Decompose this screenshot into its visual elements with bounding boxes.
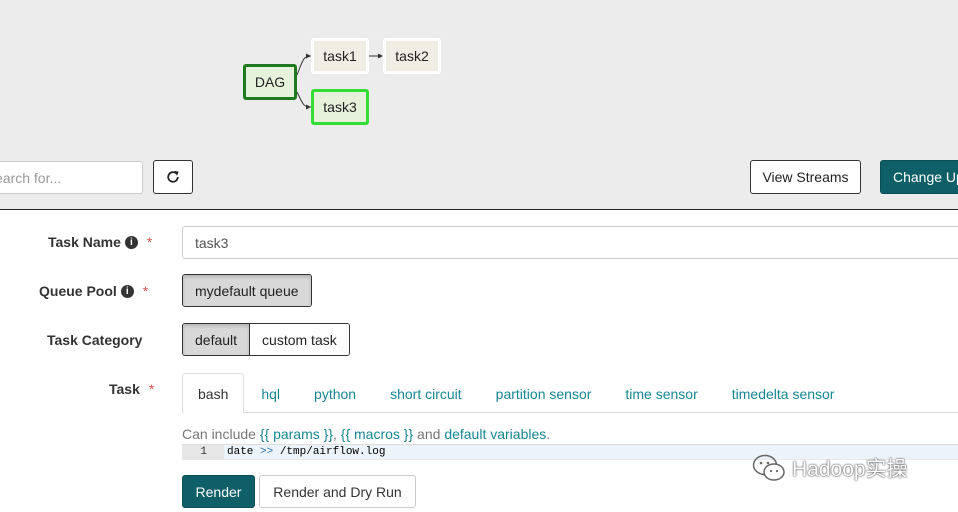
graph-node-task3[interactable]: task3 xyxy=(311,89,369,125)
refresh-button[interactable] xyxy=(153,160,193,194)
render-dry-run-button[interactable]: Render and Dry Run xyxy=(259,475,416,508)
code-line[interactable]: date >> /tmp/airflow.log xyxy=(224,445,385,459)
task-name-label: Task Name xyxy=(48,234,121,250)
tab-time-sensor[interactable]: time sensor xyxy=(608,373,714,414)
render-button[interactable]: Render xyxy=(182,475,255,508)
dag-graph-canvas: DAG task1 task2 task3 View Streams Chang… xyxy=(0,0,958,210)
category-option-custom-task[interactable]: custom task xyxy=(249,324,349,355)
graph-node-dag[interactable]: DAG xyxy=(243,64,297,100)
refresh-icon xyxy=(167,170,179,183)
template-help-text: Can include {{ params }}, {{ macros }} a… xyxy=(182,426,550,442)
help-suffix: . xyxy=(546,426,551,442)
tab-bash[interactable]: bash xyxy=(182,373,245,414)
edge-dag-task3 xyxy=(296,91,312,108)
watermark: Hadoop实操 xyxy=(752,453,908,483)
edge-dag-task1 xyxy=(296,55,312,76)
code-operator: >> xyxy=(260,446,274,458)
wechat-icon xyxy=(752,454,785,481)
queue-pool-label-group: Queue Pool i * xyxy=(39,282,148,300)
change-button[interactable]: Change Up xyxy=(880,160,958,194)
macros-link[interactable]: {{ macros }} xyxy=(341,426,413,442)
tab-python[interactable]: python xyxy=(297,373,373,414)
task-category-label-group: Task Category xyxy=(47,331,142,349)
tab-partition-sensor[interactable]: partition sensor xyxy=(479,373,609,414)
task-label: Task xyxy=(109,381,140,397)
help-prefix: Can include xyxy=(182,426,260,442)
code-command: date xyxy=(227,446,261,458)
info-icon[interactable]: i xyxy=(120,284,134,298)
task-label-group: Task * xyxy=(109,380,154,398)
required-mark: * xyxy=(146,234,153,250)
queue-pool-selector: mydefault queue xyxy=(182,274,312,307)
params-link[interactable]: {{ params }} xyxy=(260,426,333,442)
view-streams-button[interactable]: View Streams xyxy=(750,160,861,194)
graph-node-task1[interactable]: task1 xyxy=(311,38,369,74)
default-variables-link[interactable]: default variables xyxy=(444,426,546,442)
required-mark: * xyxy=(148,381,155,397)
task-category-selector: default custom task xyxy=(182,323,350,356)
watermark-text: Hadoop实操 xyxy=(792,458,908,481)
search-input[interactable] xyxy=(0,161,143,194)
tab-hql[interactable]: hql xyxy=(244,373,297,414)
task-name-label-group: Task Name i * xyxy=(48,233,152,251)
queue-pool-option[interactable]: mydefault queue xyxy=(183,275,311,306)
queue-pool-label: Queue Pool xyxy=(39,283,117,299)
tab-short-circuit[interactable]: short circuit xyxy=(373,373,479,414)
help-mid: and xyxy=(413,426,445,442)
task-name-input[interactable] xyxy=(182,226,958,259)
code-path: /tmp/airflow.log xyxy=(273,446,386,458)
category-option-default[interactable]: default xyxy=(183,324,250,355)
info-icon[interactable]: i xyxy=(124,235,138,249)
task-type-tabs: bash hql python short circuit partition … xyxy=(182,372,851,414)
required-mark: * xyxy=(142,283,149,299)
tab-timedelta-sensor[interactable]: timedelta sensor xyxy=(715,373,852,414)
task-category-label: Task Category xyxy=(47,332,143,348)
line-number: 1 xyxy=(182,445,224,459)
graph-node-task2[interactable]: task2 xyxy=(383,38,441,74)
help-sep: , xyxy=(333,426,341,442)
